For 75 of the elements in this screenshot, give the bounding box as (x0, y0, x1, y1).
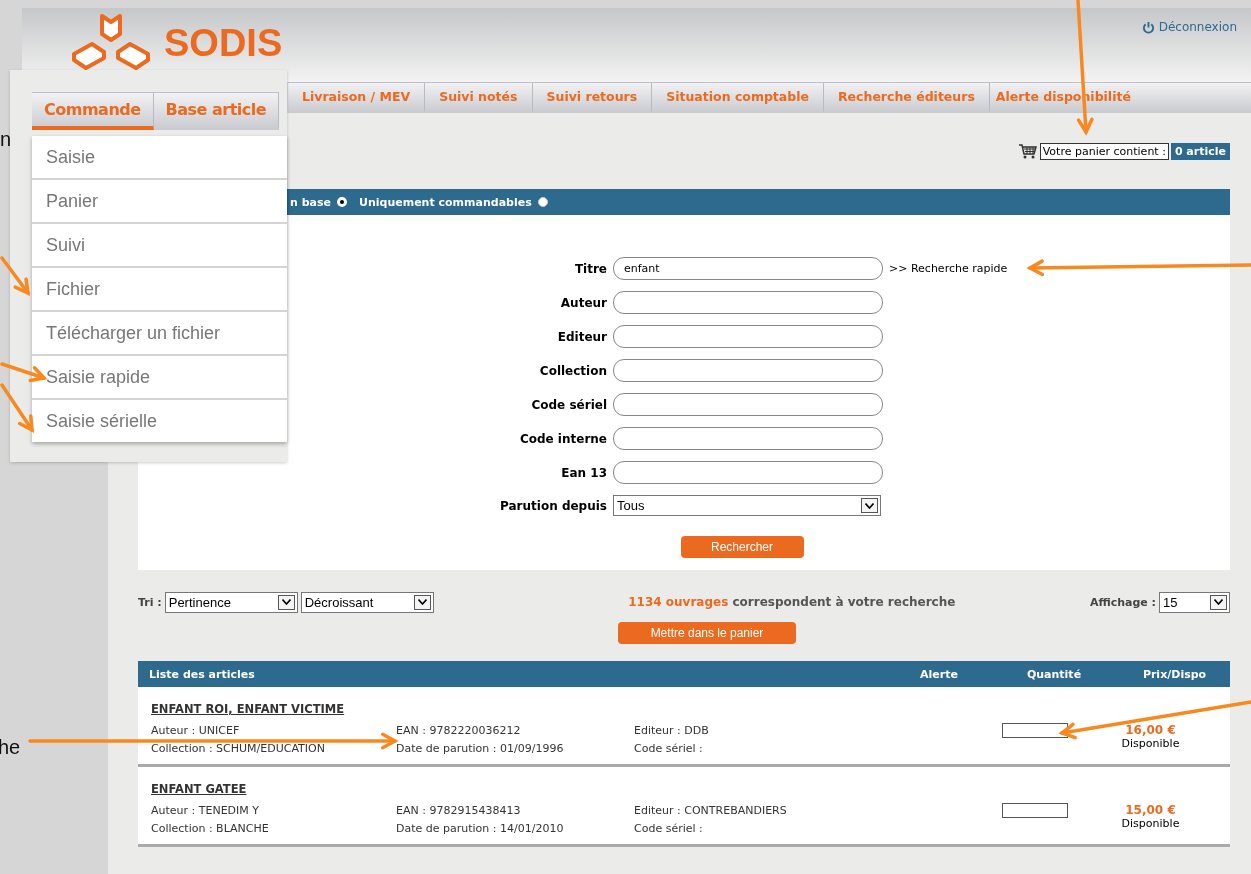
author-text: Auteur : TENEDIM Y (151, 804, 261, 817)
search-button[interactable]: Rechercher (680, 536, 804, 558)
menu-item[interactable]: Saisie sérielle (32, 400, 287, 442)
serial-code-text: Code sériel : (634, 742, 704, 755)
collection-text: Collection : BLANCHE (151, 822, 270, 835)
menu-item[interactable]: Saisie rapide (32, 356, 287, 400)
text-field[interactable] (613, 427, 883, 450)
ean-text: EAN : 9782220036212 (396, 724, 522, 737)
quantity-field[interactable] (1002, 723, 1068, 738)
field-label: Editeur (557, 329, 607, 344)
article-title-link[interactable]: ENFANT GATEE (151, 782, 1001, 796)
quick-search-link[interactable]: >> Recherche rapide (889, 262, 1230, 275)
serial-code-text: Code sériel : (634, 822, 704, 835)
sort-label: Tri : (138, 595, 162, 609)
nav-tab[interactable]: Commande (32, 93, 154, 130)
nav-tab[interactable]: Base article (153, 93, 280, 130)
field-label: Code interne (519, 431, 607, 446)
menu-item[interactable]: Télécharger un fichier (32, 312, 287, 356)
date-text: Date de parution : 14/01/2010 (396, 822, 565, 835)
collection-text: Collection : SCHUM/EDUCATION (151, 742, 326, 755)
chevron-icon (861, 498, 878, 513)
page-size-dropdown[interactable]: 15 (1159, 591, 1230, 613)
field-label: Auteur (560, 295, 607, 310)
logo-wordmark: SODIS (164, 21, 283, 65)
result-text: correspondent à votre recherche (732, 595, 956, 609)
text-field[interactable] (613, 325, 883, 348)
field-label: Parution depuis (500, 498, 607, 513)
text-field[interactable] (613, 461, 883, 484)
cart-label: Votre panier contient : (1039, 142, 1169, 160)
cart-count: 0 article (1170, 142, 1230, 160)
radio-button[interactable] (537, 197, 548, 207)
menu-item[interactable]: Panier (32, 180, 287, 224)
publisher-text: Editeur : DDB (634, 724, 710, 737)
column-header: Liste des articles (149, 667, 256, 681)
order-dropdown[interactable]: Décroissant (300, 591, 434, 613)
field-label: Code sériel (531, 397, 607, 412)
text-field[interactable] (613, 393, 883, 416)
chevron-icon (413, 594, 431, 610)
ean-text: EAN : 9782915438413 (396, 804, 522, 817)
article-title-link[interactable]: ENFANT ROI, ENFANT VICTIME (151, 702, 1001, 716)
field-label: Ean 13 (561, 465, 607, 480)
price-text: 16,00 € (1125, 723, 1176, 737)
field-label: Collection (539, 363, 607, 378)
annotation-text: n (0, 128, 12, 151)
date-text: Date de parution : 01/09/1996 (396, 742, 565, 755)
availability-text: Disponible (1121, 737, 1180, 750)
radio-label: n base (290, 195, 331, 209)
column-header: Quantité (1025, 667, 1083, 681)
publisher-text: Editeur : CONTREBANDIERS (634, 804, 788, 817)
cart-icon (1017, 143, 1038, 159)
logout-link[interactable]: Déconnexion (1141, 20, 1237, 34)
power-icon (1141, 20, 1155, 34)
add-to-cart-button[interactable]: Mettre dans le panier (618, 622, 796, 644)
menu-item[interactable]: Saisie (32, 136, 287, 180)
menu-item[interactable]: Suivi (32, 224, 287, 268)
annotation-text: he (0, 736, 21, 759)
chevron-icon (277, 594, 295, 610)
author-text: Auteur : UNICEF (151, 724, 241, 737)
display-label: Affichage : (1089, 595, 1156, 609)
column-header: Alerte (919, 667, 959, 681)
chevron-icon (1210, 594, 1227, 610)
text-field[interactable] (613, 291, 883, 314)
field-label: Titre (574, 261, 607, 276)
result-count: 1134 ouvrages (628, 595, 729, 609)
availability-text: Disponible (1121, 817, 1180, 830)
menu-item[interactable]: Fichier (32, 268, 287, 312)
text-field[interactable]: enfant (613, 257, 883, 280)
sort-dropdown[interactable]: Pertinence (164, 591, 298, 613)
price-text: 15,00 € (1125, 803, 1176, 817)
column-header: Prix/Dispo (1141, 667, 1208, 681)
text-field[interactable] (613, 359, 883, 382)
radio-label: Uniquement commandables (358, 195, 532, 209)
quantity-field[interactable] (1002, 803, 1068, 818)
annotation-arrow (0, 256, 31, 296)
dropdown-field[interactable]: Tous (613, 495, 881, 516)
